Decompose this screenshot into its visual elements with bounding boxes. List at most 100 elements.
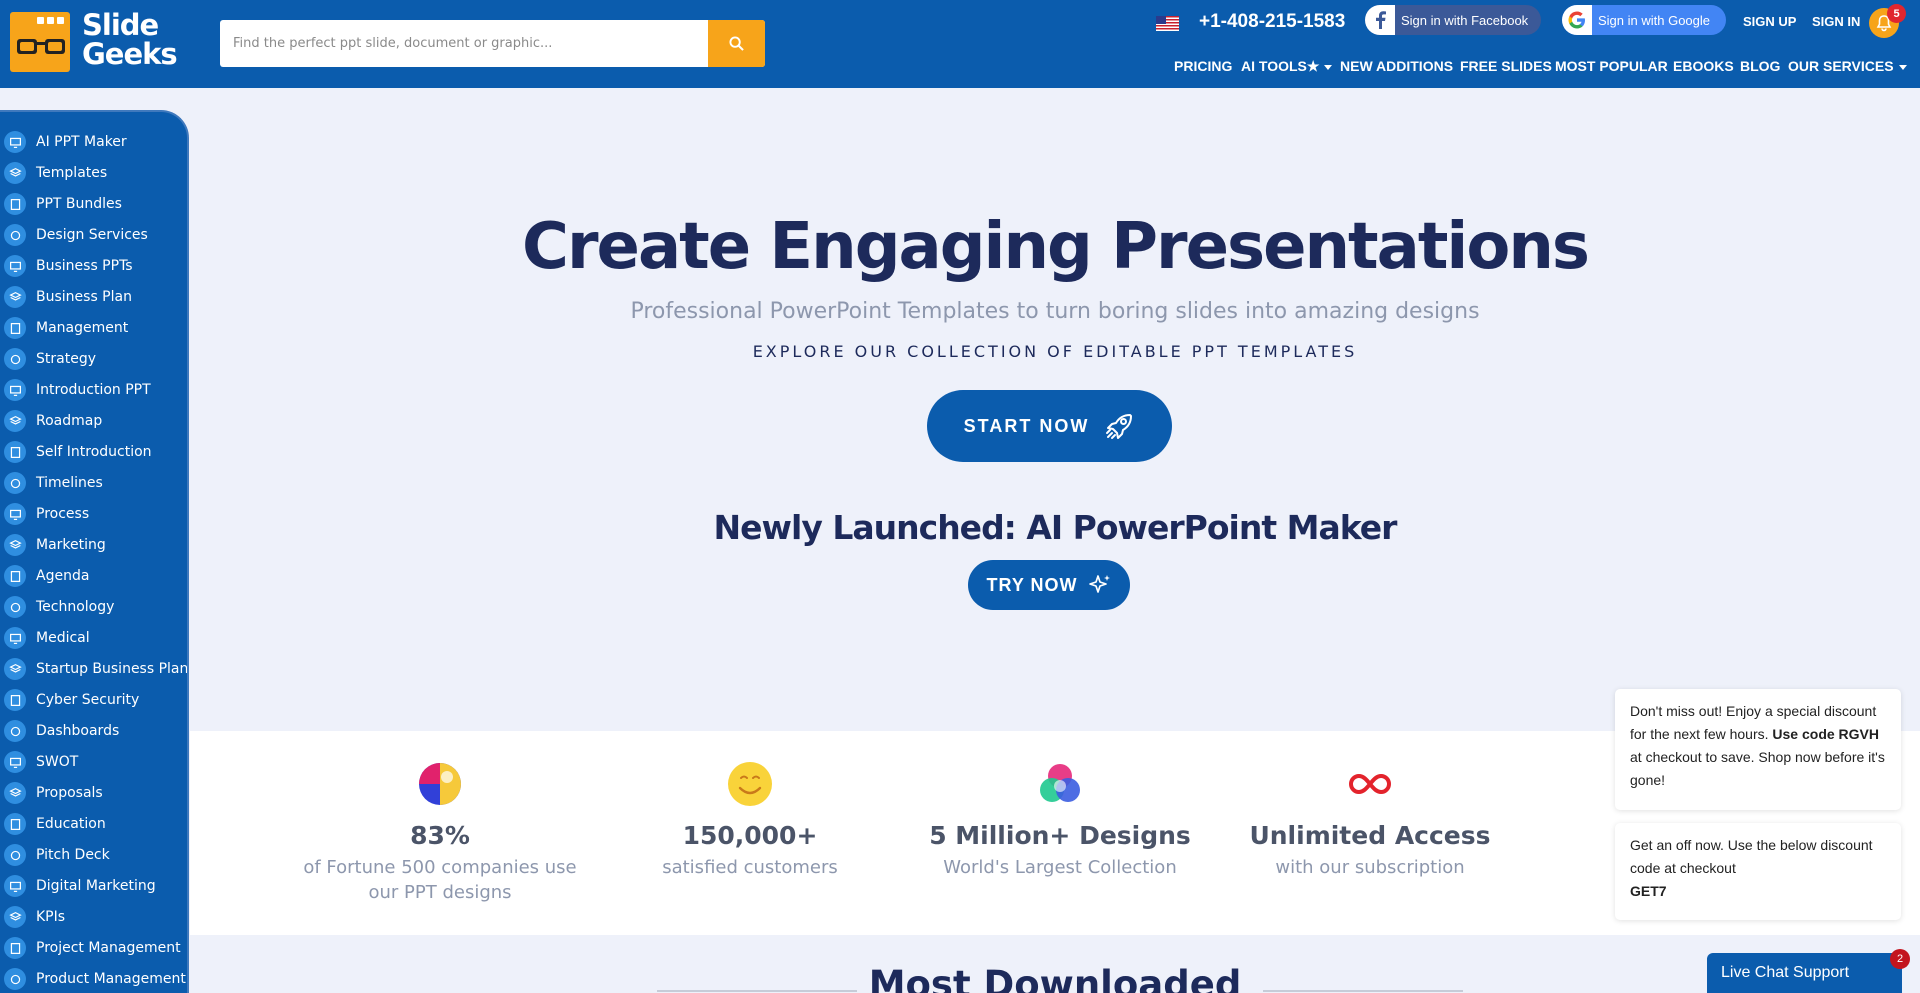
sidebar-item-label: KPIs (36, 909, 66, 925)
sidebar-item-label: Business Plan (36, 289, 132, 305)
hero-title: Create Engaging Presentations (522, 210, 1590, 284)
nav-our-services[interactable]: OUR SERVICES (1788, 58, 1907, 74)
most-downloaded-section: Most Downloaded (190, 935, 1920, 993)
nav-most-popular[interactable]: MOST POPULAR (1555, 58, 1668, 74)
start-now-label: START NOW (963, 415, 1090, 436)
agenda-icon (4, 565, 26, 587)
sidebar-item-label: Self Introduction (36, 444, 152, 460)
stat-description: satisfied customers (662, 857, 838, 878)
google-signin-label: Sign in with Google (1598, 12, 1711, 28)
sidebar-item[interactable]: Startup Business Plan (0, 657, 187, 681)
live-chat-button[interactable]: Live Chat Support (1707, 953, 1902, 993)
category-sidebar: AI PPT Maker Templates PPT Bundles Design S… (0, 110, 189, 993)
nav-blog[interactable]: BLOG (1740, 58, 1780, 74)
sidebar-item-label: Timelines (36, 475, 103, 491)
sidebar-item-label: Templates (36, 165, 108, 181)
nav-new-additions[interactable]: NEW ADDITIONS (1340, 58, 1453, 74)
facebook-icon (1365, 5, 1395, 35)
sidebar-item-label: PPT Bundles (36, 196, 122, 212)
facebook-signin-button[interactable]: Sign in with Facebook (1365, 5, 1541, 35)
discount-popup-2[interactable]: Get an off now. Use the below discount c… (1615, 823, 1901, 920)
sidebar-item-label: Process (36, 506, 90, 522)
sidebar-item[interactable]: Proposals (0, 781, 187, 805)
presentation-icon (4, 131, 26, 153)
sidebar-item-label: Technology (36, 599, 115, 615)
sidebar-item-label: Design Services (36, 227, 148, 243)
sidebar-item[interactable]: Business Plan (0, 285, 187, 309)
search-button[interactable] (708, 20, 765, 67)
sidebar-item[interactable]: KPIs (0, 905, 187, 929)
stat-description: World's Largest Collection (943, 857, 1177, 878)
signin-link[interactable]: SIGN IN (1812, 14, 1860, 29)
nav-pricing[interactable]: PRICING (1174, 58, 1232, 74)
facebook-signin-label: Sign in with Facebook (1401, 12, 1529, 28)
search-input[interactable] (220, 20, 708, 67)
sidebar-item[interactable]: Product Management (0, 967, 187, 991)
sidebar-item[interactable]: Technology (0, 595, 187, 619)
sidebar-item[interactable]: Pitch Deck (0, 843, 187, 867)
signup-link[interactable]: SIGN UP (1743, 14, 1796, 29)
sidebar-item-label: Proposals (36, 785, 103, 801)
sidebar-item[interactable]: Agenda (0, 564, 187, 588)
sidebar-item[interactable]: Self Introduction (0, 440, 187, 464)
sidebar-item[interactable]: Project Management (0, 936, 187, 960)
process-icon (4, 503, 26, 525)
google-signin-button[interactable]: Sign in with Google (1562, 5, 1726, 35)
stat-value: 5 Million+ Designs (929, 821, 1191, 850)
plan-icon (4, 286, 26, 308)
drop-icon (4, 844, 26, 866)
sidebar-item[interactable]: Dashboards (0, 719, 187, 743)
sidebar-item-label: Strategy (36, 351, 96, 367)
site-header: Slide Geeks +1-408-215-1583 Sign in with… (0, 0, 1920, 88)
design-icon (4, 224, 26, 246)
medical-icon (4, 627, 26, 649)
phone-number[interactable]: +1-408-215-1583 (1199, 11, 1345, 33)
slidegeeks-logo[interactable]: Slide Geeks (10, 11, 178, 76)
sidebar-item[interactable]: Templates (0, 161, 187, 185)
sidebar-item[interactable]: Digital Marketing (0, 874, 187, 898)
nav-free-slides[interactable]: FREE SLIDES (1460, 58, 1552, 74)
sidebar-item[interactable]: PPT Bundles (0, 192, 187, 216)
sidebar-item[interactable]: Process (0, 502, 187, 526)
bulb-icon (4, 782, 26, 804)
sidebar-item[interactable]: SWOT (0, 750, 187, 774)
try-now-label: TRY NOW (986, 574, 1078, 595)
sidebar-item[interactable]: Roadmap (0, 409, 187, 433)
business-icon (4, 255, 26, 277)
sidebar-item[interactable]: Management (0, 316, 187, 340)
security-icon (4, 689, 26, 711)
sidebar-item-label: SWOT (36, 754, 79, 770)
sidebar-item[interactable]: Design Services (0, 223, 187, 247)
popup-text: Get an off now. Use the below discount c… (1630, 837, 1873, 876)
notification-badge: 5 (1887, 4, 1906, 23)
sidebar-item[interactable]: Strategy (0, 347, 187, 371)
sidebar-item[interactable]: Education (0, 812, 187, 836)
sidebar-item[interactable]: AI PPT Maker (0, 130, 187, 154)
sidebar-item[interactable]: Medical (0, 626, 187, 650)
discount-popup-1[interactable]: Don't miss out! Enjoy a special discount… (1615, 689, 1901, 810)
rocket-icon (1106, 414, 1133, 439)
ai-maker-title: Newly Launched: AI PowerPoint Maker (713, 508, 1398, 547)
circles-icon (1040, 764, 1080, 802)
logo-mark (10, 12, 70, 72)
stat-value: Unlimited Access (1249, 821, 1491, 850)
sidebar-item[interactable]: Introduction PPT (0, 378, 187, 402)
chevron-down-icon (1898, 64, 1907, 70)
search-bar (220, 20, 765, 67)
sidebar-item[interactable]: Business PPTs (0, 254, 187, 278)
stat-value: 150,000+ (682, 821, 818, 850)
sidebar-item[interactable]: Marketing (0, 533, 187, 557)
nav-ai-tools[interactable]: AI TOOLS★ (1241, 58, 1333, 75)
sidebar-item[interactable]: Cyber Security (0, 688, 187, 712)
people-icon (4, 441, 26, 463)
sidebar-item[interactable]: Timelines (0, 471, 187, 495)
try-now-button[interactable]: TRY NOW (968, 560, 1130, 610)
infinity-icon (1349, 773, 1391, 795)
popup-text: at checkout to save. Shop now before it'… (1630, 749, 1885, 788)
start-now-button[interactable]: START NOW (927, 390, 1172, 462)
sidebar-item-label: Introduction PPT (36, 382, 151, 398)
nav-ebooks[interactable]: EBOOKS (1673, 58, 1734, 74)
project-icon (4, 937, 26, 959)
smiley-icon (728, 762, 772, 806)
briefcase-icon (4, 348, 26, 370)
